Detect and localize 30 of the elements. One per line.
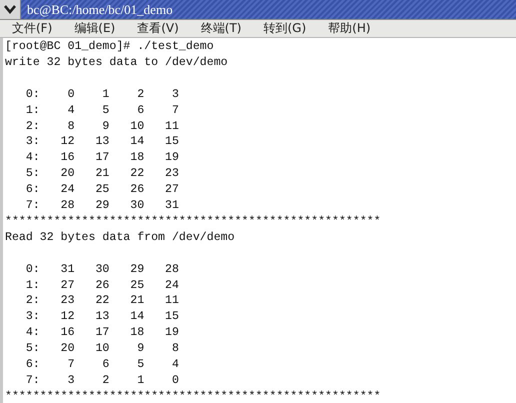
window-menu-button[interactable] — [0, 0, 21, 19]
table-row-text: 1: 4 5 6 7 — [24, 102, 179, 119]
terminal-line: [root@BC 01_demo]# ./test_demo — [5, 39, 214, 55]
table-row-text: 2: 23 22 21 11 — [24, 293, 179, 310]
menu-item[interactable]: 转到(G) — [262, 20, 308, 37]
table-row-text: 3: 12 13 14 15 — [24, 134, 179, 150]
menu-item[interactable]: 帮助(H) — [326, 20, 373, 37]
table-row-text: 6: 7 6 5 4 — [24, 357, 179, 373]
table-row-text: 3: 12 13 14 15 — [24, 309, 179, 326]
table-row-text: 7: 28 29 30 31 — [24, 198, 179, 214]
table-row-text: 5: 20 10 9 8 — [24, 341, 179, 358]
table-row-text: 5: 20 21 22 23 — [24, 166, 179, 182]
terminal-line: ****************************************************** — [5, 388, 381, 403]
table-row-text: 0: 31 30 29 28 — [24, 262, 179, 278]
table-row-text: 2: 8 9 10 11 — [24, 118, 179, 134]
table-row-text: 4: 16 17 18 19 — [24, 150, 179, 166]
menu-item[interactable]: 查看(V) — [135, 20, 181, 37]
table-row-text: 4: 16 17 18 19 — [24, 325, 179, 342]
table-row-text: 7: 3 2 1 0 — [24, 373, 179, 389]
table-row-text: 6: 24 25 26 27 — [24, 182, 179, 198]
table-row-text: 1: 27 26 25 24 — [24, 278, 179, 294]
menu-item[interactable]: 文件(F) — [10, 20, 54, 37]
menu-item[interactable]: 终端(T) — [198, 20, 244, 37]
terminal-line: write 32 bytes data to /dev/demo — [5, 54, 228, 71]
window-title: bc@BC:/home/bc/01_demo — [27, 2, 173, 18]
terminal-line: Read 32 bytes data from /dev/demo — [5, 230, 235, 246]
chevron-down-icon — [4, 5, 16, 14]
menu-item[interactable]: 编辑(E) — [72, 20, 118, 37]
terminal-line: ****************************************************** — [5, 214, 381, 230]
table-row-text: 0: 0 1 2 3 — [24, 86, 179, 103]
